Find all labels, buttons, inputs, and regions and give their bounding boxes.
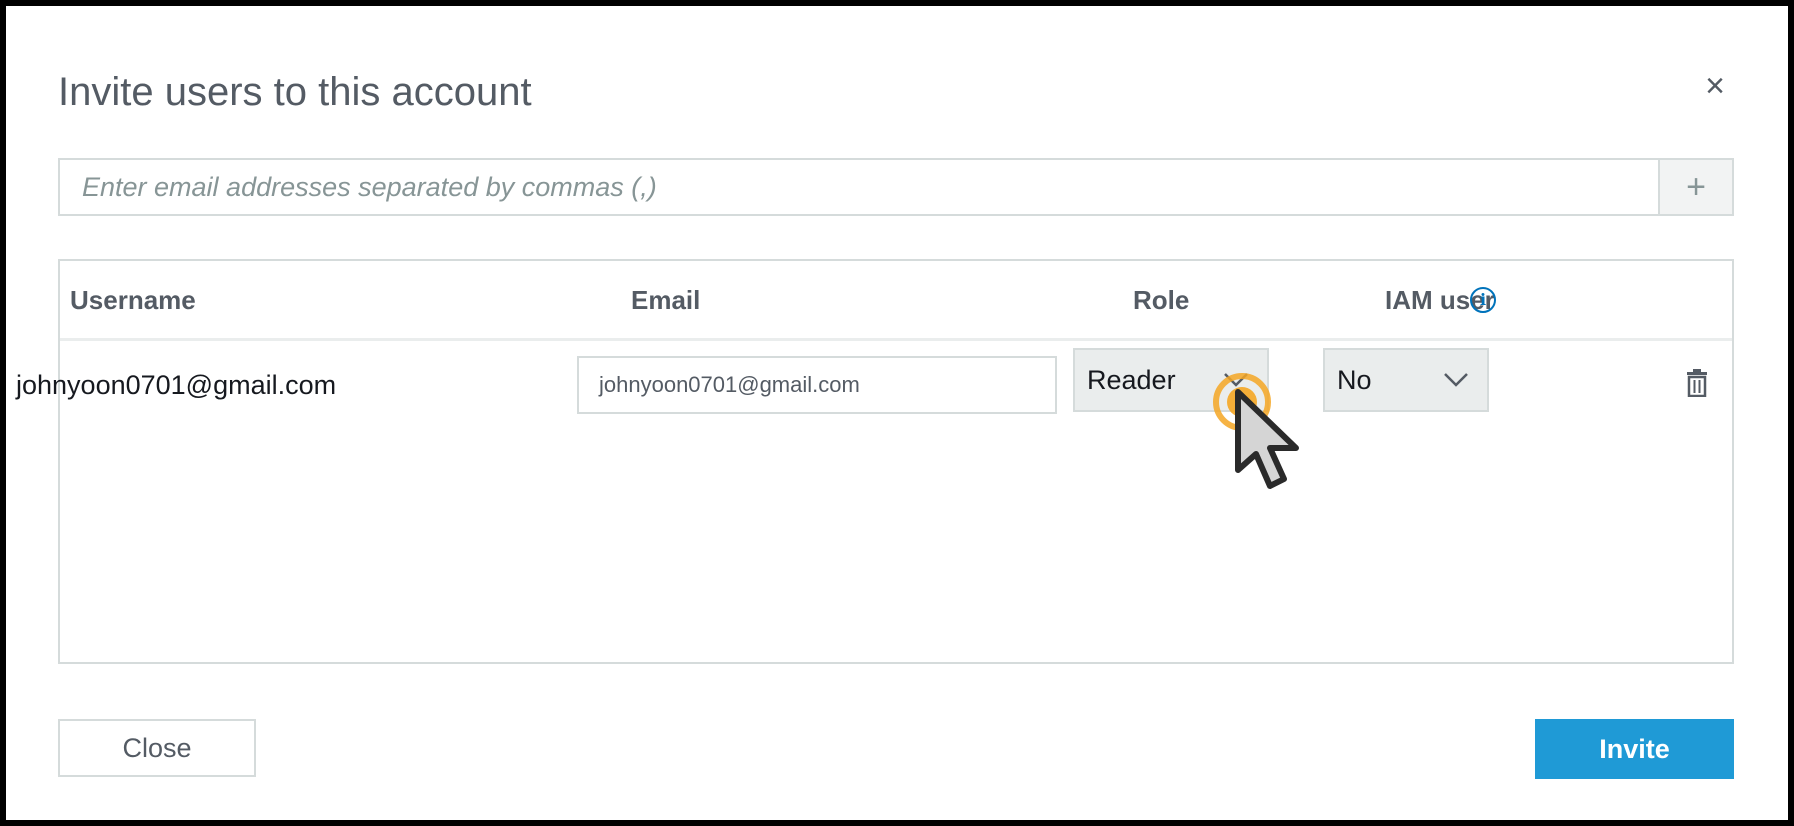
table-cell-username: johnyoon0701@gmail.com (16, 370, 337, 400)
users-table: Username Email Role IAM user i (58, 259, 1734, 664)
invite-button[interactable]: Invite (1535, 719, 1734, 779)
column-header-username: Username (70, 285, 196, 315)
role-select[interactable]: Reader (1073, 348, 1269, 412)
plus-icon[interactable]: + (1658, 160, 1732, 214)
column-header-email: Email (631, 285, 701, 315)
role-select-value: Reader (1087, 364, 1176, 395)
iam-user-select[interactable]: No (1323, 348, 1489, 412)
iam-user-select-value: No (1337, 364, 1372, 395)
email-entry-row: + (58, 158, 1734, 216)
row-email-input[interactable]: johnyoon0701@gmail.com (577, 356, 1057, 414)
dialog-title: Invite users to this account (58, 70, 532, 114)
close-icon[interactable]: × (1701, 69, 1729, 103)
invite-users-dialog: Invite users to this account × + Usernam… (6, 6, 1788, 820)
email-addresses-input[interactable] (60, 160, 1658, 214)
chevron-down-icon (1224, 373, 1248, 387)
chevron-down-icon (1444, 373, 1468, 387)
column-header-role: Role (1133, 285, 1190, 315)
table-header: Username Email Role IAM user i (60, 261, 1732, 341)
info-icon[interactable]: i (1470, 287, 1496, 313)
trash-icon[interactable] (1685, 369, 1709, 397)
close-button[interactable]: Close (58, 719, 256, 777)
